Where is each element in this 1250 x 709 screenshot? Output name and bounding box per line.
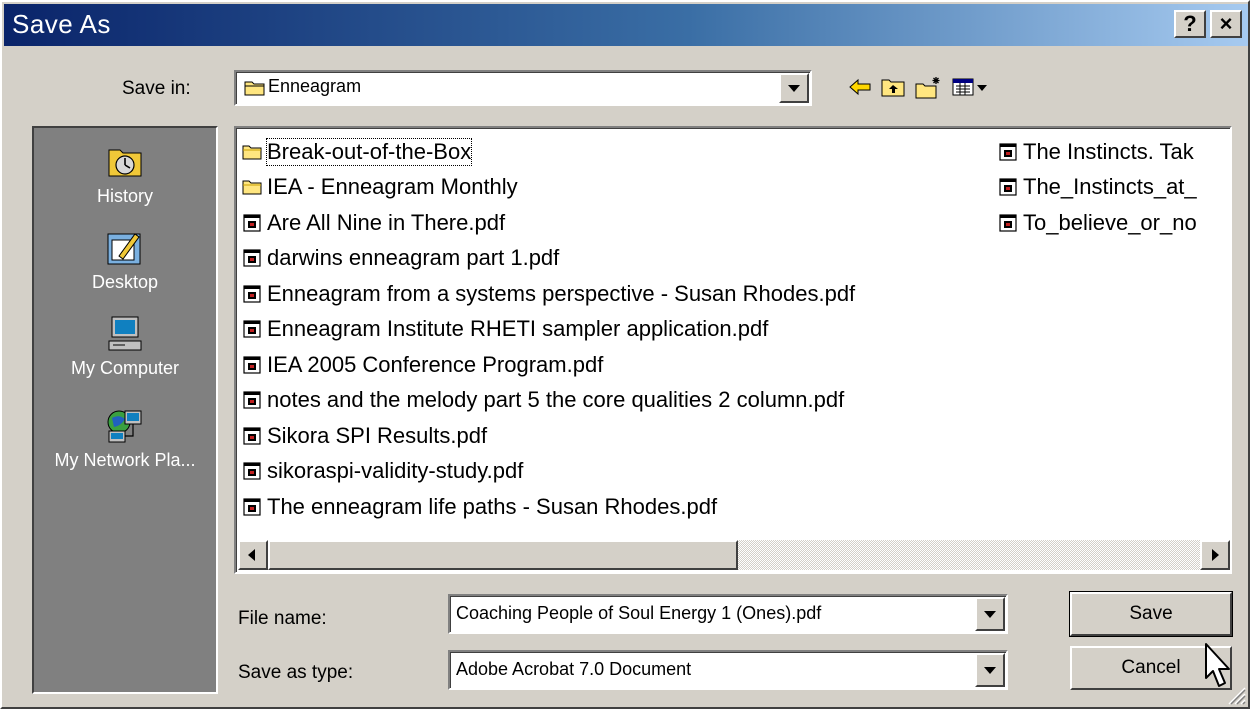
pdf-file-icon (243, 320, 261, 338)
computer-icon (108, 316, 142, 351)
place-my-computer[interactable]: My Computer (34, 314, 216, 379)
save-as-type-value: Adobe Acrobat 7.0 Document (456, 659, 692, 679)
resize-grip-icon[interactable] (1224, 683, 1246, 705)
scroll-left-button[interactable] (238, 540, 268, 570)
view-menu-icon[interactable] (952, 76, 992, 98)
file-item[interactable]: darwins enneagram part 1.pdf (242, 241, 855, 277)
file-item[interactable]: The_Instincts_at_ (998, 170, 1197, 206)
place-label: Desktop (91, 272, 159, 292)
save-in-value: Enneagram (268, 76, 362, 96)
file-item[interactable]: Enneagram from a systems perspective - S… (242, 276, 855, 312)
folder-item[interactable]: Break-out-of-the-Box (242, 134, 855, 170)
help-button[interactable]: ? (1174, 10, 1206, 38)
pdf-file-icon (243, 427, 261, 445)
file-item-name: The enneagram life paths - Susan Rhodes.… (267, 493, 718, 519)
file-item[interactable]: To_believe_or_no (998, 205, 1197, 241)
file-list[interactable]: Break-out-of-the-Box IEA - Enneagram Mont… (234, 126, 1232, 574)
file-column-1: Break-out-of-the-Box IEA - Enneagram Mont… (242, 134, 855, 525)
file-item-name: Break-out-of-the-Box (265, 137, 473, 166)
title-bar[interactable]: Save As ? × (4, 4, 1248, 46)
file-item[interactable]: The Instincts. Tak (998, 134, 1197, 170)
folder-item[interactable]: IEA - Enneagram Monthly (242, 170, 855, 206)
place-history[interactable]: History (34, 142, 216, 207)
file-name-dropdown-button[interactable] (975, 597, 1005, 631)
file-item-name: notes and the melody part 5 the core qua… (267, 387, 845, 413)
close-button[interactable]: × (1210, 10, 1242, 38)
folder-icon (242, 145, 262, 160)
pdf-file-icon (243, 214, 261, 232)
file-item[interactable]: Sikora SPI Results.pdf (242, 418, 855, 454)
file-item-name: Sikora SPI Results.pdf (267, 422, 488, 448)
pdf-file-icon (243, 391, 261, 409)
place-label: My Network Pla... (54, 450, 196, 470)
file-item[interactable]: The enneagram life paths - Susan Rhodes.… (242, 489, 855, 525)
desktop-icon (107, 233, 141, 265)
file-item[interactable]: sikoraspi-validity-study.pdf (242, 454, 855, 490)
horizontal-scrollbar[interactable] (238, 540, 1230, 570)
pdf-file-icon (999, 214, 1017, 232)
place-label: My Computer (70, 358, 180, 378)
file-item-name: darwins enneagram part 1.pdf (267, 245, 560, 271)
pdf-file-icon (999, 143, 1017, 161)
new-folder-icon[interactable] (914, 76, 942, 100)
scroll-right-button[interactable] (1200, 540, 1230, 570)
file-item-name: Are All Nine in There.pdf (267, 209, 506, 235)
file-name-label: File name: (238, 608, 327, 629)
file-column-2: The Instincts. Tak The_Instincts_at_ To_be… (998, 134, 1197, 241)
pdf-file-icon (243, 498, 261, 516)
save-as-type-combo[interactable]: Adobe Acrobat 7.0 Document (448, 650, 1008, 690)
file-name-combo[interactable]: Coaching People of Soul Energy 1 (Ones).… (448, 594, 1008, 634)
history-icon (108, 149, 142, 177)
file-item[interactable]: Are All Nine in There.pdf (242, 205, 855, 241)
pdf-file-icon (999, 178, 1017, 196)
folder-icon (244, 81, 265, 96)
up-folder-icon[interactable] (880, 76, 906, 98)
pdf-file-icon (243, 249, 261, 267)
file-name-input[interactable]: Coaching People of Soul Energy 1 (Ones).… (456, 603, 821, 624)
network-icon (107, 410, 142, 443)
file-item[interactable]: notes and the melody part 5 the core qua… (242, 383, 855, 419)
file-item-name: IEA 2005 Conference Program.pdf (267, 351, 604, 377)
file-item[interactable]: IEA 2005 Conference Program.pdf (242, 347, 855, 383)
file-item-name: sikoraspi-validity-study.pdf (267, 458, 524, 484)
pdf-file-icon (243, 462, 261, 480)
scroll-thumb[interactable] (268, 540, 738, 570)
file-item[interactable]: Enneagram Institute RHETI sampler applic… (242, 312, 855, 348)
save-as-type-label: Save as type: (238, 662, 354, 683)
file-item-name: To_believe_or_no (1023, 209, 1197, 235)
back-arrow-icon[interactable] (848, 76, 872, 98)
place-my-network[interactable]: My Network Pla... (34, 406, 216, 471)
file-item-name: The Instincts. Tak (1023, 138, 1194, 164)
folder-icon (242, 180, 262, 195)
file-item-name: Enneagram Institute RHETI sampler applic… (267, 316, 769, 342)
save-button[interactable]: Save (1069, 591, 1233, 637)
save-in-combo[interactable]: Enneagram (234, 70, 812, 106)
file-item-name: The_Instincts_at_ (1023, 174, 1197, 200)
place-label: History (96, 186, 153, 206)
pdf-file-icon (243, 356, 261, 374)
window-title: Save As (12, 9, 111, 39)
file-item-name: Enneagram from a systems perspective - S… (267, 280, 856, 306)
save-in-label: Save in: (122, 78, 191, 99)
places-bar: History Desktop My Computer My Network P… (32, 126, 218, 694)
save-in-dropdown-button[interactable] (779, 73, 809, 103)
save-as-type-dropdown-button[interactable] (975, 653, 1005, 687)
pdf-file-icon (243, 285, 261, 303)
place-desktop[interactable]: Desktop (34, 228, 216, 293)
save-as-dialog: Save As ? × Save in: Enneagram History D… (0, 0, 1250, 709)
file-item-name: IEA - Enneagram Monthly (267, 174, 518, 200)
